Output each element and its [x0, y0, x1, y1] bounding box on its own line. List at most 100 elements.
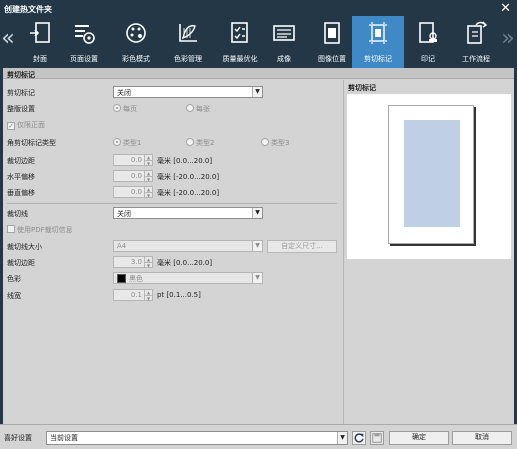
- tab-label: 工作流程: [462, 55, 490, 63]
- chevron-down-icon: ▼: [252, 208, 262, 218]
- stepper-down-icon[interactable]: ▼: [144, 192, 152, 198]
- crop-margin-stepper[interactable]: 0.0 ▲ ▼: [113, 154, 153, 166]
- stepper-down-icon[interactable]: ▼: [144, 295, 152, 301]
- custom-size-button[interactable]: 自定义尺寸...: [267, 240, 337, 253]
- crop-margin-label: 裁切边距: [7, 157, 35, 165]
- front-only-checkbox[interactable]: ✓ 仅限正面: [7, 120, 45, 130]
- tab-stamp[interactable]: 印记: [402, 16, 454, 68]
- bottom-bar: 喜好设置 当前设置 ▼ 确定 取消: [0, 424, 517, 449]
- color-select[interactable]: 黑色 ▼: [113, 272, 263, 284]
- corner-type-label: 角剪切标记类型: [7, 139, 56, 147]
- stamp-icon: [419, 22, 437, 43]
- cut-margin-unit: 毫米 [0.0...20.0]: [157, 259, 213, 267]
- color-label: 色彩: [7, 275, 21, 283]
- settings-form: 剪切标记 关闭 ▼ 整版设置 每页 每张 ✓ 仅限正面 角剪切标记类型 类型1 类: [3, 80, 339, 424]
- stepper-value: 0.1: [130, 291, 142, 299]
- v-offset-stepper[interactable]: 0.0 ▲ ▼: [113, 186, 153, 198]
- tab-color-mode[interactable]: 彩色模式: [110, 16, 162, 68]
- save-icon: [372, 433, 382, 443]
- toolbar: « 封面 页面设置 彩色模式 色彩管理 质量最优化 成像 图像位置 剪切标记 印…: [0, 16, 517, 68]
- tab-page-setup[interactable]: 页面设置: [58, 16, 110, 68]
- corner-type-row: 角剪切标记类型 类型1 类型2 类型3: [7, 136, 337, 150]
- front-only-row: ✓ 仅限正面: [7, 118, 337, 132]
- h-offset-label: 水平偏移: [7, 173, 35, 181]
- cancel-button[interactable]: 取消: [452, 431, 512, 445]
- v-offset-label: 垂直偏移: [7, 189, 35, 197]
- radio-type1[interactable]: 类型1: [113, 138, 141, 148]
- radio-label: 每张: [196, 105, 210, 113]
- tab-label: 印记: [421, 55, 435, 63]
- h-offset-stepper[interactable]: 0.0 ▲ ▼: [113, 170, 153, 182]
- checkbox-label: 仅限正面: [17, 121, 45, 129]
- layout-label: 整版设置: [7, 105, 35, 113]
- tab-imaging[interactable]: 成像: [258, 16, 310, 68]
- radio-dot: [261, 138, 269, 146]
- ok-button[interactable]: 确定: [389, 431, 449, 445]
- chevron-down-icon: ▼: [337, 432, 347, 444]
- radio-per-page[interactable]: 每页: [113, 104, 137, 114]
- radio-per-sheet[interactable]: 每张: [186, 104, 210, 114]
- cut-margin-stepper[interactable]: 3.0 ▲ ▼: [113, 256, 153, 268]
- radio-dot: [113, 104, 121, 112]
- color-swatch: [117, 274, 126, 283]
- chevron-down-icon: ▼: [252, 241, 262, 251]
- preference-value: 当前设置: [50, 434, 78, 442]
- crop-margin-row: 裁切边距 0.0 ▲ ▼ 毫米 [0.0...20.0]: [7, 154, 337, 168]
- tab-workflow[interactable]: 工作流程: [450, 16, 502, 68]
- tab-label: 剪切标记: [364, 55, 392, 63]
- refresh-button[interactable]: [352, 431, 366, 445]
- cut-line-row: 裁切线 关闭 ▼: [7, 207, 337, 221]
- preference-select[interactable]: 当前设置 ▼: [46, 431, 348, 445]
- chevron-down-icon: ▼: [252, 273, 262, 283]
- h-offset-row: 水平偏移 0.0 ▲ ▼ 毫米 [-20.0...20.0]: [7, 170, 337, 184]
- radio-label: 类型3: [271, 139, 290, 147]
- color-value: 黑色: [129, 275, 143, 283]
- cut-line-size-select[interactable]: A4 ▼: [113, 240, 263, 252]
- crop-marks-label: 剪切标记: [7, 89, 35, 97]
- cut-margin-label: 裁切边距: [7, 259, 35, 267]
- crop-margin-unit: 毫米 [0.0...20.0]: [157, 157, 213, 165]
- checkbox-box: ✓: [7, 122, 15, 130]
- line-width-stepper[interactable]: 0.1 ▲ ▼: [113, 289, 153, 301]
- radio-type3[interactable]: 类型3: [261, 138, 289, 148]
- stepper-value: 0.0: [130, 156, 142, 164]
- tab-color-management[interactable]: 色彩管理: [162, 16, 214, 68]
- divider: [7, 203, 337, 204]
- use-pdf-row: 使用PDF裁切信息: [7, 223, 337, 237]
- save-button[interactable]: [370, 431, 384, 445]
- close-icon[interactable]: ✕: [500, 2, 511, 16]
- color-mode-icon: [126, 23, 146, 43]
- line-width-unit: pt [0.1...0.5]: [157, 291, 201, 299]
- cover-icon: [30, 22, 50, 43]
- cut-margin-row: 裁切边距 3.0 ▲ ▼ 毫米 [0.0...20.0]: [7, 256, 337, 270]
- use-pdf-checkbox[interactable]: 使用PDF裁切信息: [7, 225, 73, 235]
- page-setup-icon: [75, 25, 95, 44]
- crop-marks-row: 剪切标记 关闭 ▼: [7, 86, 337, 100]
- radio-label: 每页: [123, 105, 137, 113]
- tab-crop-marks[interactable]: 剪切标记: [352, 16, 404, 68]
- preference-label: 喜好设置: [4, 434, 32, 442]
- line-width-label: 线宽: [7, 292, 21, 300]
- stepper-value: 0.0: [130, 188, 142, 196]
- radio-type2[interactable]: 类型2: [186, 138, 214, 148]
- cut-line-size-row: 裁切线大小 A4 ▼ 自定义尺寸...: [7, 240, 339, 254]
- crop-marks-select[interactable]: 关闭 ▼: [113, 86, 263, 98]
- cut-line-label: 裁切线: [7, 210, 28, 218]
- radio-dot: [186, 138, 194, 146]
- tab-image-position[interactable]: 图像位置: [306, 16, 358, 68]
- preview-image-area: [404, 120, 460, 227]
- stepper-down-icon[interactable]: ▼: [144, 160, 152, 166]
- cut-line-size-label: 裁切线大小: [7, 243, 42, 251]
- crop-marks-icon: [369, 22, 387, 44]
- stepper-down-icon[interactable]: ▼: [144, 262, 152, 268]
- v-offset-unit: 毫米 [-20.0...20.0]: [157, 189, 220, 197]
- line-width-row: 线宽 0.1 ▲ ▼ pt [0.1...0.5]: [7, 289, 337, 303]
- scroll-right-icon[interactable]: »: [500, 24, 516, 56]
- tab-label: 页面设置: [70, 55, 98, 63]
- stepper-value: 3.0: [130, 258, 142, 266]
- color-row: 色彩 黑色 ▼: [7, 272, 337, 286]
- preview-page: [388, 105, 474, 244]
- radio-dot: [113, 138, 121, 146]
- cut-line-select[interactable]: 关闭 ▼: [113, 207, 263, 219]
- stepper-down-icon[interactable]: ▼: [144, 176, 152, 182]
